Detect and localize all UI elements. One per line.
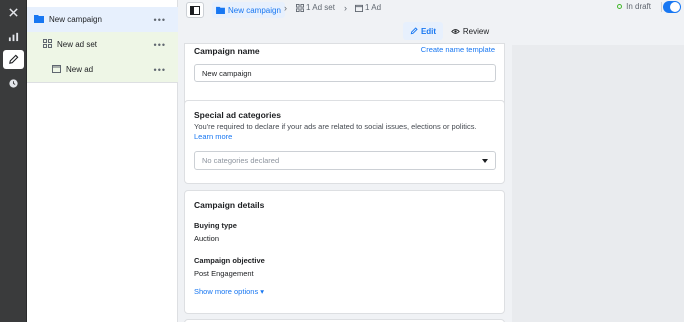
- tree-item-ad-label: New ad: [66, 65, 94, 74]
- show-more-options-link[interactable]: Show more options ▾: [194, 287, 264, 296]
- campaign-tree-panel: New campaign ••• New ad set ••• New ad •…: [27, 0, 178, 322]
- toggle-knob: [670, 2, 680, 12]
- eye-icon: [451, 28, 460, 34]
- divider: [661, 2, 662, 12]
- edit-pencil-icon: [410, 27, 418, 35]
- special-categories-placeholder: No categories declared: [202, 156, 280, 165]
- chevron-right-icon: ›: [344, 3, 347, 13]
- more-options-icon[interactable]: •••: [154, 65, 166, 75]
- tree-item-adset[interactable]: New ad set •••: [27, 32, 178, 57]
- breadcrumb-adset[interactable]: 1 Ad set: [296, 3, 335, 12]
- folder-icon: [34, 14, 44, 25]
- adset-grid-icon: [43, 39, 52, 50]
- campaign-objective-label: Campaign objective: [194, 256, 265, 265]
- edit-pencil-icon[interactable]: [3, 50, 24, 69]
- close-icon[interactable]: [3, 3, 24, 22]
- create-name-template-link[interactable]: Create name template: [421, 45, 495, 54]
- campaign-details-card: Campaign details Buying type Auction Cam…: [184, 190, 505, 314]
- editor-content: Campaign name Create name template New c…: [178, 43, 512, 322]
- panel-toggle-icon[interactable]: [186, 2, 204, 18]
- tree-item-adset-label: New ad set: [57, 40, 98, 49]
- ad-square-icon: [52, 64, 61, 75]
- status-label: In draft: [626, 2, 651, 11]
- edit-mode-label: Edit: [420, 26, 437, 36]
- tree-divider: [27, 82, 178, 83]
- breadcrumb-campaign[interactable]: New campaign: [212, 2, 285, 18]
- status-dot-icon: [617, 4, 623, 9]
- preview-pane: [512, 45, 684, 322]
- chevron-right-icon: ›: [284, 3, 287, 13]
- ad-square-icon: [355, 4, 363, 12]
- status-badge: In draft: [617, 2, 651, 11]
- section-title: Special ad categories: [194, 110, 281, 120]
- caret-down-icon: [482, 159, 488, 163]
- left-rail: [0, 0, 27, 322]
- adset-grid-icon: [296, 3, 304, 12]
- breadcrumb-ad-label: 1 Ad: [365, 3, 382, 12]
- special-ad-description: You're required to declare if your ads a…: [194, 122, 477, 131]
- campaign-toggle[interactable]: [663, 1, 681, 13]
- tree-item-ad[interactable]: New ad •••: [27, 57, 178, 82]
- special-ad-categories-card: Special ad categories You're required to…: [184, 100, 505, 184]
- breadcrumb-campaign-label: New campaign: [228, 5, 281, 15]
- buying-type-label: Buying type: [194, 221, 237, 230]
- more-options-icon[interactable]: •••: [154, 40, 166, 50]
- more-options-icon[interactable]: •••: [154, 15, 166, 25]
- review-mode-label: Review: [462, 26, 490, 36]
- edit-mode-button[interactable]: Edit: [403, 22, 443, 40]
- clock-icon[interactable]: [3, 74, 24, 93]
- campaign-name-input[interactable]: New campaign: [194, 64, 496, 82]
- review-mode-button[interactable]: Review: [448, 22, 492, 40]
- chart-icon[interactable]: [3, 27, 24, 46]
- section-title: Campaign name: [194, 46, 260, 56]
- folder-icon: [216, 6, 225, 14]
- campaign-name-value: New campaign: [202, 68, 252, 78]
- campaign-objective-value: Post Engagement: [194, 269, 254, 278]
- tree-item-campaign[interactable]: New campaign •••: [27, 7, 178, 32]
- section-title: Campaign details: [194, 200, 265, 210]
- tree-item-campaign-label: New campaign: [49, 15, 102, 24]
- buying-type-value: Auction: [194, 234, 220, 243]
- special-categories-select[interactable]: No categories declared: [194, 151, 496, 170]
- top-bar: New campaign › 1 Ad set › 1 Ad In draft …: [178, 0, 684, 45]
- breadcrumb-adset-label: 1 Ad set: [306, 3, 335, 12]
- learn-more-link[interactable]: Learn more: [194, 132, 232, 141]
- breadcrumb-ad[interactable]: 1 Ad: [355, 3, 381, 12]
